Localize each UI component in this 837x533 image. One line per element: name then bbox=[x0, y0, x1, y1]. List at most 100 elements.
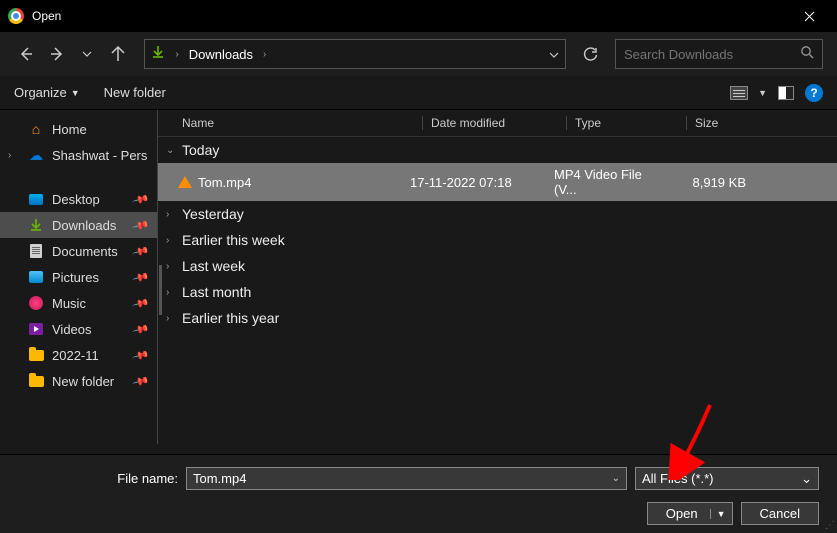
sidebar-item-documents[interactable]: Documents 📌 bbox=[0, 238, 158, 264]
sidebar-item-folder[interactable]: 2022-11 📌 bbox=[0, 342, 158, 368]
group-today[interactable]: ⌄ Today bbox=[158, 137, 837, 163]
sidebar-item-onedrive[interactable]: › ☁ Shashwat - Pers bbox=[0, 142, 158, 168]
file-name: Tom.mp4 bbox=[198, 175, 251, 190]
open-dropdown[interactable]: ▼ bbox=[710, 509, 726, 519]
command-bar: Organize ▼ New folder ▼ ? bbox=[0, 76, 837, 110]
group-last-week[interactable]: › Last week bbox=[158, 253, 837, 279]
group-label: Yesterday bbox=[182, 206, 244, 222]
titlebar: Open bbox=[0, 0, 837, 32]
filetype-value: All Files (*.*) bbox=[642, 471, 714, 486]
open-button[interactable]: Open ▼ bbox=[647, 502, 733, 525]
group-earlier-week[interactable]: › Earlier this week bbox=[158, 227, 837, 253]
group-last-month[interactable]: › Last month bbox=[158, 279, 837, 305]
sidebar-item-music[interactable]: Music 📌 bbox=[0, 290, 158, 316]
list-icon bbox=[730, 86, 748, 100]
filename-input[interactable]: Tom.mp4 ⌄ bbox=[186, 467, 627, 490]
navigation-bar: › Downloads › bbox=[0, 32, 837, 76]
search-input[interactable] bbox=[624, 47, 800, 62]
preview-icon bbox=[778, 86, 794, 100]
forward-button[interactable] bbox=[45, 41, 70, 67]
pin-icon: 📌 bbox=[132, 268, 150, 286]
chevron-right-icon: › bbox=[166, 235, 178, 246]
navigation-pane: ⌂ Home › ☁ Shashwat - Pers Desktop 📌 Dow… bbox=[0, 110, 158, 454]
videos-icon bbox=[28, 321, 44, 337]
desktop-icon bbox=[28, 191, 44, 207]
sidebar-item-label: Documents bbox=[52, 244, 118, 259]
chevron-down-icon: ⌄ bbox=[166, 145, 178, 156]
vlc-icon bbox=[178, 176, 192, 188]
file-list: Name Date modified Type Size ⌄ Today Tom… bbox=[158, 110, 837, 454]
column-header-name[interactable]: Name bbox=[182, 116, 422, 130]
help-button[interactable]: ? bbox=[805, 84, 823, 102]
preview-pane-button[interactable] bbox=[773, 82, 799, 104]
column-header-type[interactable]: Type bbox=[566, 116, 686, 130]
sidebar-item-downloads[interactable]: Downloads 📌 bbox=[0, 212, 158, 238]
group-label: Earlier this week bbox=[182, 232, 285, 248]
pin-icon: 📌 bbox=[132, 190, 150, 208]
group-label: Today bbox=[182, 142, 219, 158]
footer: File name: Tom.mp4 ⌄ All Files (*.*) ⌄ O… bbox=[0, 454, 837, 533]
sidebar-item-label: Home bbox=[52, 122, 87, 137]
group-earlier-year[interactable]: › Earlier this year bbox=[158, 305, 837, 331]
chevron-down-icon[interactable]: ▼ bbox=[758, 88, 767, 98]
refresh-button[interactable] bbox=[578, 41, 603, 67]
up-button[interactable] bbox=[106, 41, 131, 67]
recent-dropdown[interactable] bbox=[75, 41, 100, 67]
sidebar-item-label: Desktop bbox=[52, 192, 100, 207]
folder-icon bbox=[28, 347, 44, 363]
close-button[interactable] bbox=[789, 0, 829, 32]
filetype-select[interactable]: All Files (*.*) ⌄ bbox=[635, 467, 819, 490]
sidebar-item-videos[interactable]: Videos 📌 bbox=[0, 316, 158, 342]
chevron-down-icon[interactable]: ⌄ bbox=[612, 473, 620, 484]
organize-button[interactable]: Organize ▼ bbox=[14, 85, 80, 100]
column-header-size[interactable]: Size bbox=[686, 116, 782, 130]
folder-icon bbox=[28, 373, 44, 389]
chevron-down-icon: ▼ bbox=[71, 88, 80, 98]
group-yesterday[interactable]: › Yesterday bbox=[158, 201, 837, 227]
pin-icon: 📌 bbox=[132, 346, 150, 364]
sidebar-item-label: 2022-11 bbox=[52, 348, 99, 363]
pin-icon: 📌 bbox=[132, 216, 150, 234]
pin-icon: 📌 bbox=[132, 372, 150, 390]
breadcrumb-location[interactable]: Downloads bbox=[189, 47, 253, 62]
chevron-right-icon: › bbox=[166, 313, 178, 324]
group-label: Earlier this year bbox=[182, 310, 279, 326]
file-size: 8,919 KB bbox=[666, 175, 762, 190]
group-label: Last week bbox=[182, 258, 245, 274]
sidebar-item-pictures[interactable]: Pictures 📌 bbox=[0, 264, 158, 290]
chevron-down-icon[interactable]: ⌄ bbox=[801, 471, 812, 487]
pin-icon: 📌 bbox=[132, 242, 150, 260]
sidebar-item-label: Music bbox=[52, 296, 86, 311]
pin-icon: 📌 bbox=[132, 320, 150, 338]
sidebar-item-desktop[interactable]: Desktop 📌 bbox=[0, 186, 158, 212]
column-headers: Name Date modified Type Size bbox=[158, 110, 837, 137]
home-icon: ⌂ bbox=[28, 121, 44, 137]
sidebar-item-folder[interactable]: New folder 📌 bbox=[0, 368, 158, 394]
chevron-right-icon: › bbox=[263, 49, 266, 60]
file-row[interactable]: Tom.mp4 17-11-2022 07:18 MP4 Video File … bbox=[158, 163, 837, 201]
resize-grip[interactable]: ⋰ bbox=[825, 520, 835, 531]
documents-icon bbox=[28, 243, 44, 259]
chevron-right-icon: › bbox=[175, 49, 178, 60]
column-header-date[interactable]: Date modified bbox=[422, 116, 566, 130]
main-area: ⌂ Home › ☁ Shashwat - Pers Desktop 📌 Dow… bbox=[0, 110, 837, 454]
file-date: 17-11-2022 07:18 bbox=[402, 175, 546, 190]
filename-value: Tom.mp4 bbox=[193, 471, 246, 486]
view-mode-button[interactable] bbox=[726, 82, 752, 104]
sidebar-item-label: Videos bbox=[52, 322, 92, 337]
downloads-icon bbox=[28, 217, 44, 233]
sidebar-item-label: New folder bbox=[52, 374, 114, 389]
new-folder-button[interactable]: New folder bbox=[104, 85, 166, 100]
file-type: MP4 Video File (V... bbox=[546, 167, 666, 197]
chevron-down-icon[interactable] bbox=[549, 45, 559, 63]
window-title: Open bbox=[32, 9, 61, 23]
chrome-icon bbox=[8, 8, 24, 24]
pin-icon: 📌 bbox=[132, 294, 150, 312]
chevron-right-icon[interactable]: › bbox=[8, 150, 11, 161]
address-bar[interactable]: › Downloads › bbox=[144, 39, 566, 69]
cancel-button[interactable]: Cancel bbox=[741, 502, 819, 525]
search-icon bbox=[800, 45, 814, 64]
back-button[interactable] bbox=[14, 41, 39, 67]
sidebar-item-home[interactable]: ⌂ Home bbox=[0, 116, 158, 142]
search-box[interactable] bbox=[615, 39, 823, 69]
